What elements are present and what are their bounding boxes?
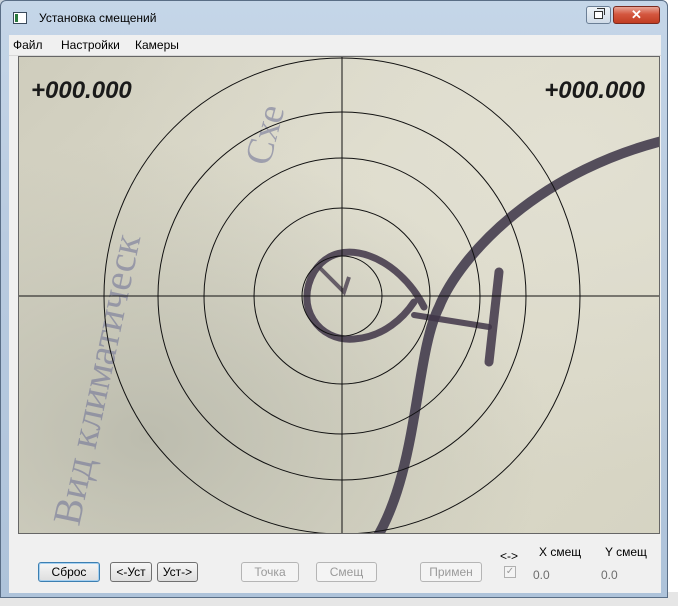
title-bar[interactable]: Установка смещений ✕	[1, 1, 667, 35]
close-icon: ✕	[631, 7, 642, 22]
client-area: Файл Настройки Камеры Вид климатическ Сх…	[9, 35, 661, 593]
restore-icon	[594, 8, 605, 19]
reset-button[interactable]: Сброс	[38, 562, 100, 582]
swap-checkbox[interactable]: ✓	[504, 566, 516, 578]
camera-image: Вид климатическ Схе	[19, 57, 659, 533]
menu-settings[interactable]: Настройки	[61, 38, 120, 52]
offset-setup-window: Установка смещений ✕ Файл Настройки Каме…	[0, 0, 668, 598]
menu-file[interactable]: Файл	[13, 38, 43, 52]
restore-button[interactable]	[586, 6, 611, 24]
camera-viewport[interactable]: Вид климатическ Схе +000.000 +000.000	[18, 56, 660, 534]
y-coordinate-readout: +000.000	[544, 77, 645, 104]
x-coordinate-readout: +000.000	[31, 77, 132, 104]
x-offset-label: X смещ	[539, 545, 582, 559]
svg-text:Схе: Схе	[237, 100, 293, 169]
swap-label: <->	[500, 549, 519, 563]
menu-cameras[interactable]: Камеры	[135, 38, 179, 52]
apply-button[interactable]: Примен	[420, 562, 482, 582]
point-button[interactable]: Точка	[241, 562, 299, 582]
set-left-button[interactable]: <-Уст	[110, 562, 152, 582]
close-button[interactable]: ✕	[613, 6, 660, 24]
app-window-icon	[13, 12, 27, 24]
svg-text:Вид климатическ: Вид климатическ	[44, 229, 150, 528]
reticle	[19, 57, 659, 533]
checkmark-icon: ✓	[505, 566, 515, 577]
camera-scene: Вид климатическ Схе	[44, 100, 659, 533]
window-title: Установка смещений	[39, 11, 157, 25]
menu-bar: Файл Настройки Камеры	[9, 35, 661, 56]
y-offset-label: Y смещ	[605, 545, 647, 559]
offset-button[interactable]: Смещ	[316, 562, 377, 582]
set-right-button[interactable]: Уст->	[157, 562, 198, 582]
y-offset-value: 0.0	[601, 568, 618, 582]
x-offset-value: 0.0	[533, 568, 550, 582]
